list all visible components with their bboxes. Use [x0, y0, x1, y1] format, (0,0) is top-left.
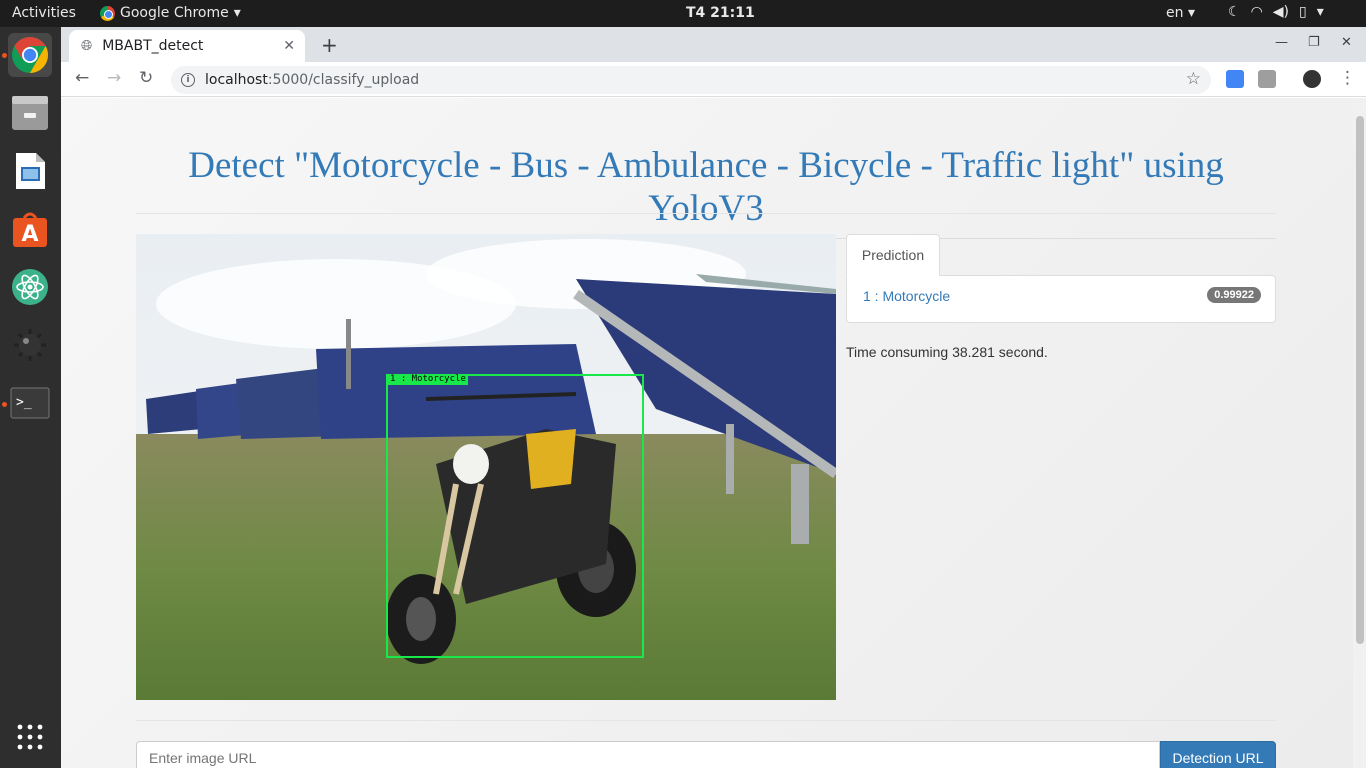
- restore-button[interactable]: ❐: [1308, 35, 1320, 50]
- reload-button[interactable]: ↻: [139, 68, 153, 88]
- dock-files[interactable]: [8, 91, 52, 135]
- translate-extension-icon[interactable]: [1226, 70, 1244, 88]
- detection-bounding-box: 1 : Motorcycle: [386, 374, 644, 658]
- dock-atom[interactable]: [8, 265, 52, 309]
- dock-chrome[interactable]: [8, 33, 52, 77]
- tab-prediction[interactable]: Prediction: [846, 234, 940, 276]
- page-content: Detect "Motorcycle - Bus - Ambulance - B…: [61, 98, 1353, 768]
- input-language[interactable]: en ▾: [1166, 5, 1195, 21]
- wifi-icon: ◠: [1250, 4, 1263, 20]
- language-label: en: [1166, 5, 1184, 21]
- night-light-icon: ☾: [1228, 4, 1241, 20]
- globe-icon: 🌐︎: [81, 38, 93, 54]
- atom-icon: [12, 269, 48, 305]
- app-menu-label: Google Chrome: [120, 5, 229, 21]
- image-url-input[interactable]: [136, 741, 1160, 768]
- bomb-icon: [14, 329, 46, 361]
- system-top-bar: Activities Google Chrome ▾ T4 21:11 en ▾…: [0, 0, 1366, 27]
- tab-title: MBABT_detect: [102, 38, 204, 54]
- bookmark-star-icon[interactable]: ☆: [1186, 69, 1201, 89]
- running-indicator: [2, 53, 7, 58]
- dock-mine-app[interactable]: [8, 323, 52, 367]
- chrome-icon: [100, 5, 115, 21]
- minimize-button[interactable]: —: [1275, 35, 1288, 50]
- dock-terminal[interactable]: >_: [8, 381, 52, 425]
- svg-text:>_: >_: [16, 395, 32, 410]
- close-tab-icon[interactable]: ✕: [283, 38, 295, 54]
- dock-impress[interactable]: [8, 149, 52, 193]
- page-scrollbar[interactable]: [1353, 98, 1366, 768]
- browser-window: 🌐︎ MBABT_detect ✕ + — ❐ ✕ ← → ↻ i localh…: [61, 27, 1366, 768]
- files-icon: [12, 96, 48, 130]
- dock: A >_: [0, 27, 61, 768]
- time-consuming-text: Time consuming 38.281 second.: [846, 344, 1048, 360]
- prediction-item[interactable]: 1 : Motorcycle: [863, 288, 950, 304]
- detection-url-button[interactable]: Detection URL: [1160, 741, 1276, 768]
- new-tab-button[interactable]: +: [321, 33, 338, 57]
- battery-icon: ▯: [1299, 4, 1307, 20]
- tab-strip: 🌐︎ MBABT_detect ✕ + — ❐ ✕: [61, 27, 1366, 62]
- clock[interactable]: T4 21:11: [686, 5, 755, 21]
- profile-avatar[interactable]: [1303, 70, 1321, 88]
- chevron-down-icon: ▾: [1316, 4, 1324, 20]
- activities-button[interactable]: Activities: [12, 5, 76, 21]
- close-window-button[interactable]: ✕: [1341, 35, 1352, 50]
- grid-icon: [17, 724, 43, 750]
- show-apps-button[interactable]: [8, 715, 52, 759]
- prediction-panel: 1 : Motorcycle 0.99922: [846, 275, 1276, 323]
- url-host: localhost: [205, 72, 268, 88]
- info-icon[interactable]: i: [181, 73, 195, 87]
- detection-result-image: 1 : Motorcycle: [136, 234, 836, 700]
- chevron-down-icon: ▾: [1187, 5, 1195, 21]
- tab-mbabt-detect[interactable]: 🌐︎ MBABT_detect ✕: [69, 30, 305, 62]
- detection-label: 1 : Motorcycle: [388, 374, 468, 385]
- address-bar[interactable]: i localhost:5000/classify_upload ☆: [171, 66, 1211, 94]
- volume-icon: ◀): [1272, 4, 1290, 20]
- running-indicator: [2, 402, 7, 407]
- url-form: Detection URL: [136, 741, 1276, 768]
- url-path: :5000/classify_upload: [267, 72, 420, 88]
- software-center-icon: A: [13, 212, 47, 247]
- chrome-icon: [12, 36, 49, 74]
- browser-toolbar: ← → ↻ i localhost:5000/classify_upload ☆…: [61, 62, 1366, 97]
- dock-software[interactable]: A: [8, 207, 52, 251]
- divider: [136, 720, 1276, 721]
- page-title: Detect "Motorcycle - Bus - Ambulance - B…: [136, 144, 1276, 239]
- app-menu[interactable]: Google Chrome ▾: [100, 5, 241, 21]
- score-badge: 0.99922: [1207, 287, 1261, 303]
- scrollbar-thumb[interactable]: [1356, 116, 1364, 644]
- divider: [136, 213, 1276, 214]
- system-tray[interactable]: ☾ ◠ ◀) ▯ ▾: [1228, 4, 1324, 20]
- extension-icon[interactable]: [1258, 70, 1276, 88]
- presentation-icon: [16, 153, 45, 189]
- more-menu-icon[interactable]: ⋮: [1339, 68, 1356, 88]
- forward-button[interactable]: →: [107, 68, 121, 88]
- back-button[interactable]: ←: [75, 68, 89, 88]
- terminal-icon: >_: [10, 387, 50, 419]
- chevron-down-icon: ▾: [233, 5, 241, 21]
- svg-text:A: A: [21, 222, 38, 247]
